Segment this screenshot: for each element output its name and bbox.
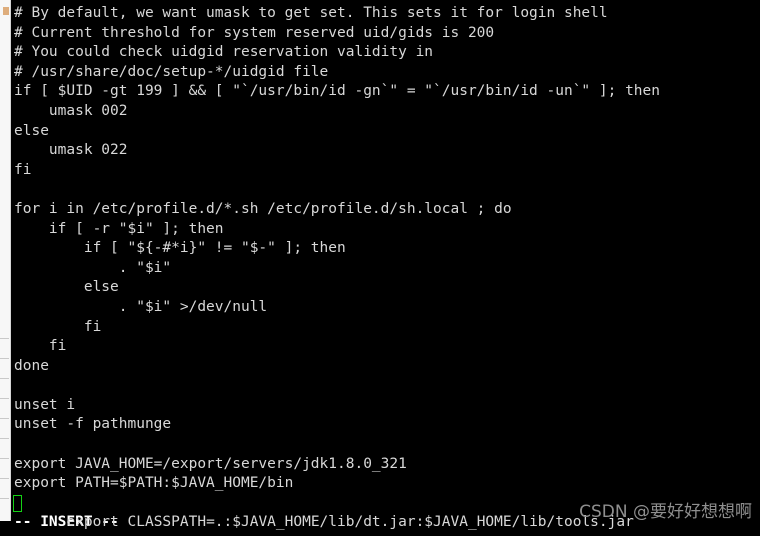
gutter-tick xyxy=(0,458,9,459)
terminal-line: if [ -r "$i" ]; then xyxy=(14,220,224,237)
terminal-line: . "$i" xyxy=(14,259,172,276)
terminal-line: . "$i" >/dev/null xyxy=(14,298,268,315)
csdn-watermark: CSDN @要好好想想啊 xyxy=(579,502,752,522)
terminal-line: for i in /etc/profile.d/*.sh /etc/profil… xyxy=(14,200,512,217)
terminal-line: else xyxy=(14,122,49,139)
terminal-line: # You could check uidgid reservation val… xyxy=(14,44,434,61)
terminal-line: else xyxy=(14,279,119,296)
terminal-line: umask 022 xyxy=(14,142,128,159)
gutter-tick xyxy=(0,378,9,379)
terminal-line: fi xyxy=(14,161,32,178)
gutter-tick xyxy=(0,498,9,499)
terminal-line: # By default, we want umask to get set. … xyxy=(14,5,608,21)
terminal-line: unset i xyxy=(14,396,76,413)
terminal-line: # Current threshold for system reserved … xyxy=(14,24,495,41)
gutter-tick xyxy=(0,478,9,479)
screenshot-root: # By default, we want umask to get set. … xyxy=(0,0,760,536)
terminal-line: unset -f pathmunge xyxy=(14,416,172,433)
gutter-tick xyxy=(0,338,9,339)
terminal-line: if [ $UID -gt 199 ] && [ "`/usr/bin/id -… xyxy=(14,83,661,100)
editor-gutter-strip xyxy=(0,0,11,521)
gutter-tick xyxy=(0,418,9,419)
gutter-tick xyxy=(0,358,9,359)
terminal-line: fi xyxy=(14,338,67,355)
text-cursor xyxy=(13,494,22,512)
terminal-line: fi xyxy=(14,318,102,335)
terminal-pane[interactable]: # By default, we want umask to get set. … xyxy=(11,0,760,536)
terminal-line: export JAVA_HOME=/export/servers/jdk1.8.… xyxy=(14,455,407,472)
bookmark-marker-icon xyxy=(3,7,9,15)
terminal-line-text: export CLASSPATH=.:$JAVA_HOME/lib/dt.jar… xyxy=(66,514,634,531)
terminal-line: # /usr/share/doc/setup-*/uidgid file xyxy=(14,63,329,80)
terminal-line: export PATH=$PATH:$JAVA_HOME/bin xyxy=(14,475,294,492)
gutter-tick xyxy=(0,438,9,439)
terminal-line: umask 002 xyxy=(14,102,128,119)
terminal-line: if [ "${-#*i}" != "$-" ]; then xyxy=(14,240,346,257)
gutter-tick xyxy=(0,398,9,399)
terminal-line: done xyxy=(14,357,49,374)
